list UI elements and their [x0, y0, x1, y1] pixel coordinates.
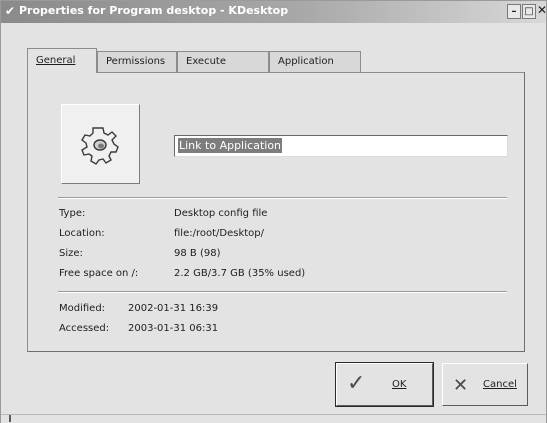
type-value: Desktop config file [174, 208, 268, 219]
checkmark-icon: ✓ [347, 371, 366, 396]
tab-execute[interactable]: Execute [177, 51, 269, 72]
icon-chooser-button[interactable] [61, 104, 140, 184]
location-value: file:/root/Desktop/ [174, 228, 264, 239]
name-input-value: Link to Application [178, 138, 283, 153]
free-space-value: 2.2 GB/3.7 GB (35% used) [174, 268, 306, 279]
cancel-x-icon: ✕ [453, 375, 469, 396]
size-label: Size: [59, 248, 83, 259]
window-title: Properties for Program desktop - KDeskto… [19, 4, 289, 17]
type-label: Type: [59, 208, 86, 219]
maximize-button[interactable]: □ [522, 4, 536, 19]
gear-icon [81, 127, 119, 165]
tab-application[interactable]: Application [269, 51, 361, 72]
tab-general-label: General [36, 55, 76, 66]
separator [58, 291, 507, 293]
name-input[interactable]: Link to Application [174, 135, 508, 157]
resize-grip[interactable] [9, 415, 11, 422]
accessed-label: Accessed: [59, 323, 110, 334]
size-value: 98 B (98) [174, 248, 221, 259]
free-space-label: Free space on /: [59, 268, 139, 279]
tab-application-label: Application [278, 56, 334, 67]
close-button[interactable]: ✕ [537, 4, 547, 19]
accessed-value: 2003-01-31 06:31 [128, 323, 219, 334]
ok-button[interactable]: ✓ OK [335, 362, 434, 407]
status-bar [1, 414, 546, 423]
cancel-button-label: Cancel [483, 379, 517, 390]
ok-button-label: OK [392, 379, 407, 390]
title-bar[interactable]: ✔ Properties for Program desktop - KDesk… [1, 1, 547, 23]
window-menu-icon[interactable]: ✔ [3, 4, 17, 18]
tab-permissions[interactable]: Permissions [97, 51, 177, 72]
tab-execute-label: Execute [186, 56, 226, 67]
tab-general[interactable]: General [27, 48, 97, 73]
tab-permissions-label: Permissions [106, 56, 166, 67]
minimize-button[interactable]: – [507, 4, 521, 19]
properties-dialog: ✔ Properties for Program desktop - KDesk… [0, 0, 547, 423]
cancel-button[interactable]: ✕ Cancel [442, 363, 528, 406]
separator [58, 197, 507, 199]
modified-label: Modified: [59, 303, 106, 314]
modified-value: 2002-01-31 16:39 [128, 303, 219, 314]
location-label: Location: [59, 228, 105, 239]
